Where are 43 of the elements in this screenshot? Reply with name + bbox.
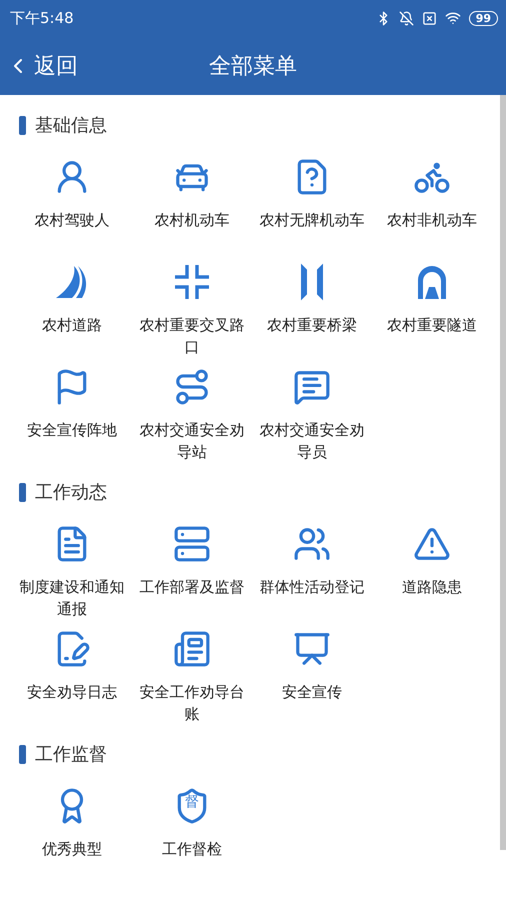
presentation-icon (293, 630, 331, 668)
menu-item[interactable]: 农村交通安全劝导站 (132, 365, 252, 464)
chat-icon (293, 368, 331, 406)
menu-item[interactable]: 农村重要交叉路口 (132, 260, 252, 359)
menu-item[interactable]: 道路隐患 (372, 522, 492, 621)
scrollbar[interactable] (500, 95, 506, 850)
menu-item[interactable]: 农村机动车 (132, 155, 252, 254)
menu-item[interactable]: 安全宣传阵地 (12, 365, 132, 464)
battery-level: 99 (468, 10, 498, 26)
back-button[interactable]: 返回 (0, 50, 78, 80)
menu-item[interactable]: 工作部署及监督 (132, 522, 252, 621)
wifi-icon (444, 10, 461, 26)
crossroad-icon (172, 262, 212, 302)
menu-item[interactable]: 农村驾驶人 (12, 155, 132, 254)
menu-item[interactable]: 农村道路 (12, 260, 132, 359)
menu-item[interactable]: 督 工作督检 (132, 784, 252, 883)
menu-item[interactable]: 安全劝导日志 (12, 627, 132, 726)
menu-item[interactable]: 农村交通安全劝导员 (252, 365, 372, 464)
menu-item[interactable]: 安全宣传 (252, 627, 372, 726)
badge-char: 督 (184, 793, 200, 811)
warning-icon (413, 525, 451, 563)
section-title: 工作监督 (35, 743, 107, 766)
menu-item[interactable]: 安全工作劝导台账 (132, 627, 252, 726)
page-title: 全部菜单 (209, 52, 297, 80)
menu-item[interactable]: 农村无牌机动车 (252, 155, 372, 254)
server-icon (173, 525, 211, 563)
menu-item[interactable]: 制度建设和通知通报 (12, 522, 132, 621)
menu-item[interactable]: 农村重要隧道 (372, 260, 492, 359)
section-marker (19, 482, 26, 502)
sim-icon (422, 10, 437, 26)
users-icon (293, 525, 331, 563)
route-icon (173, 368, 211, 406)
menu-item[interactable]: 农村非机动车 (372, 155, 492, 254)
menu-item[interactable]: 优秀典型 (12, 784, 132, 883)
status-time: 下午5:48 (10, 8, 74, 28)
section-marker (19, 744, 26, 764)
section-marker (19, 116, 26, 134)
menu-item[interactable]: 农村重要桥梁 (252, 260, 372, 359)
menu-item[interactable]: 群体性活动登记 (252, 522, 372, 621)
section-title: 基础信息 (35, 114, 107, 137)
newspaper-icon (173, 630, 211, 668)
section-title: 工作动态 (35, 481, 107, 504)
bell-off-icon (398, 10, 414, 26)
